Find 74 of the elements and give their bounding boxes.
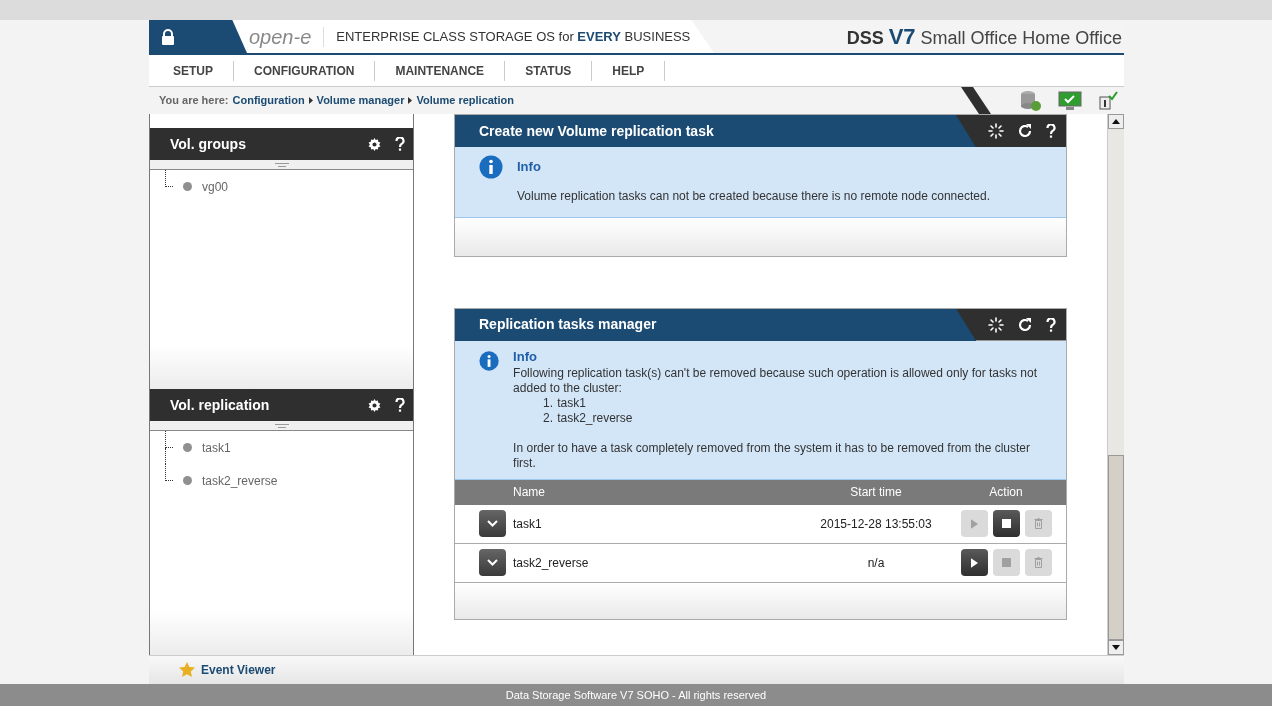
nav-menu-item[interactable]: STATUS: [505, 60, 593, 81]
scrollbar-thumb[interactable]: [1108, 455, 1124, 640]
play-button[interactable]: [961, 549, 988, 576]
nav-menu-item[interactable]: MAINTENANCE: [375, 60, 506, 81]
logo: open-e: [249, 26, 325, 47]
scroll-down-arrow-icon[interactable]: [1112, 645, 1120, 650]
loading-spinner-icon: [988, 316, 1004, 333]
breadcrumb-arrow-icon: [308, 97, 313, 104]
resize-handle[interactable]: [150, 160, 413, 170]
trash-icon: [1034, 518, 1043, 529]
expand-button[interactable]: [479, 549, 506, 576]
info-icon: [479, 348, 500, 373]
column-header: Start time: [849, 484, 903, 501]
refresh-icon[interactable]: [1018, 124, 1032, 138]
monitor-check-icon[interactable]: [1058, 90, 1082, 111]
breadcrumb-link[interactable]: Volume replication: [416, 92, 515, 109]
database-icon[interactable]: [1018, 89, 1042, 112]
nav-menu-item[interactable]: SETUP: [153, 60, 234, 81]
product-title: DSS V7 Small Office Home Office: [846, 23, 1123, 51]
column-header: Name: [512, 484, 546, 501]
tree-item[interactable]: vg00: [202, 177, 229, 196]
tagline: ENTERPRISE CLASS STORAGE OS for EVERY BUSINESS: [336, 27, 691, 46]
help-icon[interactable]: [1046, 317, 1056, 332]
expand-button[interactable]: [479, 510, 506, 537]
info-message: Volume replication tasks can not be created because there is no remote node connected.: [517, 187, 990, 205]
breadcrumb-link[interactable]: Configuration: [232, 92, 305, 109]
tree-item[interactable]: task2_reverse: [202, 471, 278, 490]
panel-title: Replication tasks manager: [479, 315, 657, 334]
list-number: 2.: [543, 410, 554, 426]
list-item: task1: [557, 395, 586, 411]
list-item: task2_reverse: [557, 410, 633, 426]
play-icon: [971, 518, 978, 529]
help-icon[interactable]: [395, 398, 405, 412]
chevron-down-icon: [487, 520, 498, 527]
info-check-icon[interactable]: [1098, 90, 1118, 111]
info-message: Following replication task(s) can't be removed because such operation is allowed only for tasks not added to the cluster:: [513, 365, 1038, 396]
star-icon: [179, 662, 195, 678]
task-name: task1: [513, 515, 543, 533]
trash-icon: [1034, 557, 1043, 568]
scrollbar[interactable]: [1107, 114, 1124, 655]
panel-title: Vol. replication: [170, 395, 271, 415]
info-icon: [479, 155, 503, 179]
column-header: Action: [988, 484, 1024, 501]
help-icon[interactable]: [395, 137, 405, 151]
refresh-icon[interactable]: [1018, 317, 1032, 332]
start-time: n/a: [866, 554, 886, 572]
gear-icon[interactable]: [368, 137, 381, 151]
loading-spinner-icon: [988, 123, 1004, 139]
nav-menu-item[interactable]: CONFIGURATION: [234, 60, 376, 81]
breadcrumb-arrow-icon: [408, 97, 413, 104]
chevron-down-icon: [487, 559, 498, 566]
breadcrumb-link[interactable]: Volume manager: [316, 92, 405, 109]
event-viewer-link[interactable]: Event Viewer: [201, 661, 276, 679]
gear-icon[interactable]: [368, 398, 381, 412]
panel-title: Create new Volume replication task: [479, 121, 714, 141]
resize-handle[interactable]: [150, 421, 413, 431]
stop-button[interactable]: [993, 510, 1020, 537]
play-icon: [971, 557, 978, 568]
stop-icon: [1002, 558, 1011, 567]
scroll-up-arrow-icon[interactable]: [1112, 119, 1120, 124]
list-number: 1.: [543, 395, 554, 411]
footer-text: Data Storage Software V7 SOHO - All rights reserved: [0, 684, 1272, 706]
start-time: 2015-12-28 13:55:03: [819, 515, 933, 533]
breadcrumb-label: You are here:: [159, 93, 229, 109]
nav-menu-item[interactable]: HELP: [592, 60, 666, 81]
info-message: In order to have a task completely removed from the system it has to be removed from the cluster first.: [513, 440, 1031, 471]
lock-icon: [161, 28, 175, 45]
tree-item[interactable]: task1: [202, 438, 231, 457]
info-title: Info: [513, 348, 538, 364]
help-icon[interactable]: [1046, 124, 1056, 138]
stop-icon: [1002, 519, 1011, 528]
task-name: task2_reverse: [513, 554, 590, 572]
info-title: Info: [517, 158, 542, 176]
panel-title: Vol. groups: [170, 134, 247, 154]
